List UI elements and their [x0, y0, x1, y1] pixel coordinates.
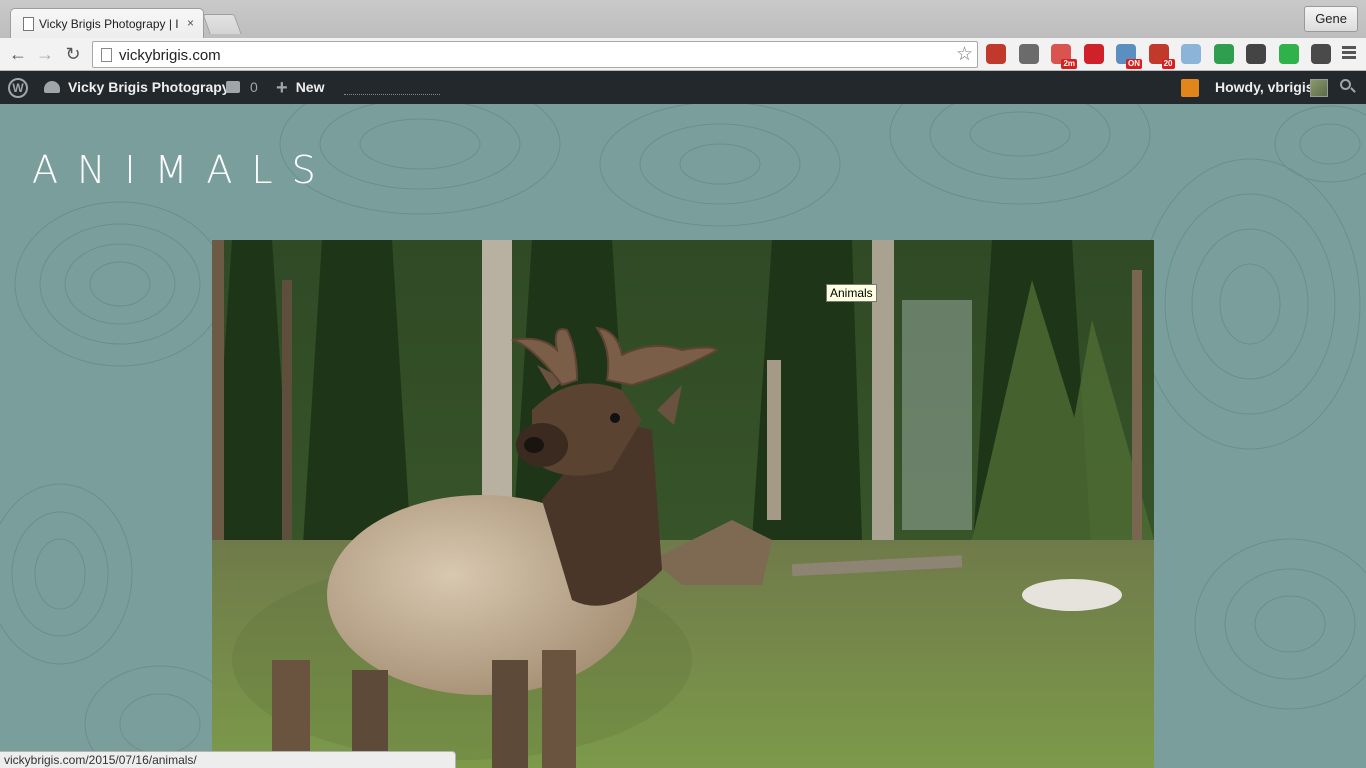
sync-icon[interactable] [1246, 44, 1266, 64]
pushbullet-icon[interactable] [1278, 44, 1299, 64]
extension-badge: ON [1126, 59, 1142, 69]
comments-count: 0 [250, 79, 258, 95]
forward-button[interactable]: → [33, 43, 57, 65]
dashboard-icon [44, 81, 60, 93]
asterisk-icon[interactable] [1083, 44, 1104, 64]
camera-icon[interactable] [1181, 44, 1201, 64]
comments-link[interactable]: 0 [226, 71, 258, 104]
reload-button[interactable]: ↻ [61, 43, 85, 65]
new-label: New [295, 79, 325, 95]
elk-photo-image [212, 240, 1154, 768]
comment-bubble-icon [226, 81, 240, 93]
hangouts-icon[interactable] [1213, 44, 1234, 64]
wp-admin-bar: W Vicky Brigis Photograpy 0 + New Howdy, … [0, 71, 1366, 104]
timer-icon[interactable]: 2m [1051, 44, 1077, 69]
tab-close-icon[interactable]: × [187, 16, 194, 30]
plus-icon: + [276, 77, 288, 99]
admin-site-name-link[interactable]: Vicky Brigis Photograpy [44, 71, 230, 104]
lastpass-icon[interactable]: 20 [1148, 44, 1175, 69]
bookmark-star-icon[interactable]: ☆ [956, 43, 973, 66]
bug-icon[interactable] [986, 44, 1006, 64]
new-tab-button[interactable] [202, 14, 242, 34]
avatar[interactable] [1310, 79, 1328, 97]
weather-icon[interactable]: ON [1116, 44, 1142, 69]
browser-tab-active[interactable]: Vicky Brigis Photograpy | I × [10, 8, 204, 38]
pocket-icon[interactable] [1018, 44, 1039, 64]
page-title: ANIMALS [32, 148, 335, 192]
status-bar-url: vickybrigis.com/2015/07/16/animals/ [0, 751, 456, 768]
extension-badge: 2m [1061, 59, 1077, 69]
chrome-menu-icon[interactable] [1342, 46, 1356, 61]
notification-icon[interactable] [1181, 79, 1199, 97]
h-icon[interactable] [1311, 44, 1331, 64]
wordpress-logo-icon[interactable]: W [8, 78, 28, 98]
title-tooltip: Animals [826, 284, 877, 302]
new-content-link[interactable]: + New [276, 71, 324, 104]
page-favicon-icon [23, 17, 34, 31]
extension-badge: 20 [1161, 59, 1175, 69]
page-icon [101, 48, 112, 62]
tab-strip: Vicky Brigis Photograpy | I × Gene [0, 0, 1366, 38]
profile-button[interactable]: Gene [1304, 6, 1358, 32]
admin-bar-divider [344, 94, 440, 95]
browser-toolbar: ← → ↻ vickybrigis.com ☆ 2m ON 20 [0, 38, 1366, 71]
address-bar[interactable]: vickybrigis.com ☆ [92, 41, 978, 68]
elk-photo[interactable] [212, 240, 1154, 768]
howdy-user-link[interactable]: Howdy, vbrigis [1215, 71, 1314, 104]
back-button[interactable]: ← [6, 43, 30, 65]
site-name: Vicky Brigis Photograpy [68, 79, 230, 95]
page-body: ANIMALS [0, 104, 1366, 768]
address-url: vickybrigis.com [119, 47, 221, 64]
tab-title: Vicky Brigis Photograpy | I [39, 17, 179, 31]
admin-search-icon[interactable] [1340, 79, 1356, 95]
